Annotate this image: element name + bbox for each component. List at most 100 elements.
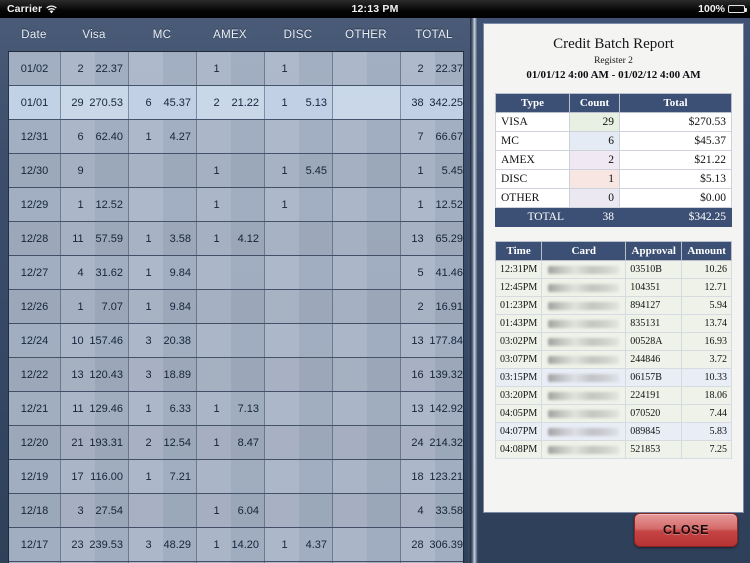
batch-grid-pane[interactable]: Date Visa MC AMEX DISC OTHER TOTAL 01/02… — [0, 18, 470, 563]
transaction-row[interactable]: 01:23PM 894127 5.94 — [495, 296, 732, 315]
table-row[interactable]: 12/17 23 239.53 3 48.29 1 14.20 1 4.37 28 306.39 — [9, 528, 469, 562]
redacted-card-icon — [548, 283, 620, 292]
table-row[interactable]: 01/01 29 270.53 6 45.37 2 21.22 1 5.13 38 342.25 — [9, 86, 469, 120]
cell-date: 12/29 — [9, 188, 61, 221]
column-header-total[interactable]: TOTAL — [400, 29, 468, 41]
cell-count: 28 — [411, 538, 424, 551]
cell-count: 4 — [77, 266, 84, 279]
summary-row: DISC 1 $5.13 — [495, 169, 732, 189]
column-header-date[interactable]: Date — [8, 29, 60, 41]
table-row[interactable]: 12/27 4 31.62 1 9.84 5 41.46 — [9, 256, 469, 290]
cell-group — [333, 358, 401, 391]
transaction-row[interactable]: 12:45PM 104351 12.71 — [495, 278, 732, 297]
transaction-list-scroll[interactable]: Time Card Approval Amount 12:31PM 03510B 1… — [495, 241, 732, 473]
cell-amount: 16.91 — [435, 300, 463, 313]
cell-count: 11 — [72, 232, 84, 245]
cell-date: 12/17 — [9, 528, 61, 561]
txn-cell-amount: 13.74 — [681, 314, 732, 333]
cell-group — [333, 290, 401, 323]
cell-count: 2 — [417, 62, 424, 75]
cell-count: 1 — [417, 164, 424, 177]
table-row[interactable]: 12/30 9 1 1 5.45 1 5.45 — [9, 154, 469, 188]
cell-count: 1 — [213, 538, 220, 551]
cell-group — [333, 86, 401, 119]
cell-count: 2 — [213, 96, 220, 109]
transaction-row[interactable]: 03:20PM 224191 18.06 — [495, 386, 732, 405]
cell-group: 3 18.89 — [129, 358, 197, 391]
table-row[interactable]: 12/22 13 120.43 3 18.89 16 139.32 — [9, 358, 469, 392]
cell-group — [265, 494, 333, 527]
cell-amount: 157.46 — [89, 334, 123, 347]
cell-amount: 123.21 — [429, 470, 463, 483]
cell-group — [197, 290, 265, 323]
cell-group: 2 22.37 — [61, 52, 129, 85]
cell-group: 3 27.54 — [61, 494, 129, 527]
transaction-row[interactable]: 03:15PM 06157B 10.33 — [495, 368, 732, 387]
txn-cell-amount: 7.25 — [681, 440, 732, 459]
cell-amount: 142.92 — [429, 402, 463, 415]
cell-date: 12/26 — [9, 290, 61, 323]
column-header-mc[interactable]: MC — [128, 29, 196, 41]
transaction-row[interactable]: 04:07PM 089845 5.83 — [495, 422, 732, 441]
table-row[interactable]: 12/18 3 27.54 1 6.04 4 33.58 — [9, 494, 469, 528]
cell-count: 3 — [145, 538, 152, 551]
cell-count: 3 — [145, 368, 152, 381]
column-header-amex[interactable]: AMEX — [196, 29, 264, 41]
cell-date: 12/22 — [9, 358, 61, 391]
cell-group — [129, 494, 197, 527]
cell-date: 12/28 — [9, 222, 61, 255]
table-row[interactable]: 12/20 21 193.31 2 12.54 1 8.47 24 214.32 — [9, 426, 469, 460]
table-row[interactable]: 12/19 17 116.00 1 7.21 18 123.21 — [9, 460, 469, 494]
transaction-row[interactable]: 04:08PM 521853 7.25 — [495, 440, 732, 459]
table-row[interactable]: 12/24 10 157.46 3 20.38 13 177.84 — [9, 324, 469, 358]
table-row[interactable]: 12/28 11 57.59 1 3.58 1 4.12 13 65.29 — [9, 222, 469, 256]
column-header-visa[interactable]: Visa — [60, 29, 128, 41]
cell-group — [333, 256, 401, 289]
cell-count: 1 — [145, 402, 152, 415]
cell-amount: 12.52 — [95, 198, 123, 211]
cell-group — [333, 188, 401, 221]
transaction-row[interactable]: 03:07PM 244846 3.72 — [495, 350, 732, 369]
cell-count: 1 — [281, 198, 288, 211]
table-row[interactable]: 12/31 6 62.40 1 4.27 7 66.67 — [9, 120, 469, 154]
cell-amount: 66.67 — [435, 130, 463, 143]
cell-group — [333, 426, 401, 459]
close-button[interactable]: CLOSE — [634, 513, 738, 547]
column-header-disc[interactable]: DISC — [264, 29, 332, 41]
cell-group: 1 3.58 — [129, 222, 197, 255]
cell-count: 1 — [281, 538, 288, 551]
cell-amount: 306.39 — [429, 538, 463, 551]
cell-group — [265, 426, 333, 459]
cell-amount: 31.62 — [95, 266, 123, 279]
cell-amount: 4.12 — [237, 232, 259, 245]
transaction-row[interactable]: 01:43PM 835131 13.74 — [495, 314, 732, 333]
cell-count: 9 — [77, 164, 84, 177]
column-header-other[interactable]: OTHER — [332, 29, 400, 41]
txn-cell-amount: 10.26 — [681, 260, 732, 279]
cell-amount: 4.27 — [169, 130, 191, 143]
transaction-row[interactable]: 03:02PM 00528A 16.93 — [495, 332, 732, 351]
cell-group: 38 342.25 — [401, 86, 469, 119]
cell-date: 01/02 — [9, 52, 61, 85]
cell-date: 12/20 — [9, 426, 61, 459]
cell-group: 2 21.22 — [197, 86, 265, 119]
cell-count: 1 — [77, 198, 84, 211]
cell-group — [333, 494, 401, 527]
table-row[interactable]: 12/29 1 12.52 1 1 1 12.52 — [9, 188, 469, 222]
table-row[interactable]: 12/21 11 129.46 1 6.33 1 7.13 13 142.92 — [9, 392, 469, 426]
cell-count: 13 — [411, 334, 424, 347]
cell-count: 1 — [281, 164, 288, 177]
transaction-row[interactable]: 12:31PM 03510B 10.26 — [495, 260, 732, 279]
cell-date: 12/30 — [9, 154, 61, 187]
cell-count: 4 — [417, 504, 424, 517]
cell-date: 01/01 — [9, 86, 61, 119]
cell-amount: 12.54 — [163, 436, 191, 449]
cell-group — [333, 460, 401, 493]
summary-row: VISA 29 $270.53 — [495, 112, 732, 132]
transaction-row[interactable]: 04:05PM 070520 7.44 — [495, 404, 732, 423]
table-row[interactable]: 01/02 2 22.37 1 1 2 22.37 — [9, 52, 469, 86]
table-row[interactable]: 12/26 1 7.07 1 9.84 2 16.91 — [9, 290, 469, 324]
cell-group: 3 48.29 — [129, 528, 197, 561]
cell-group: 2 22.37 — [401, 52, 469, 85]
cell-date: 12/21 — [9, 392, 61, 425]
